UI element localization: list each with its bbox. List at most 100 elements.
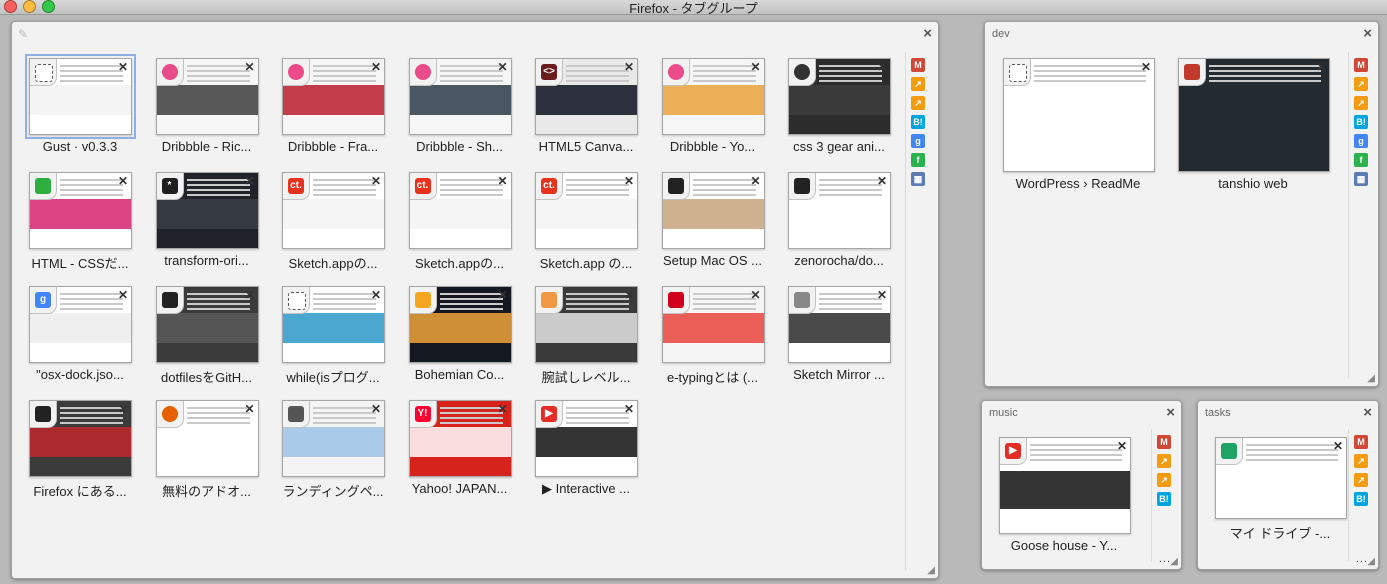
- dribbble-icon: [667, 64, 684, 80]
- close-tab-icon[interactable]: ✕: [118, 60, 128, 74]
- preview-content: [536, 85, 637, 115]
- close-tab-icon[interactable]: ✕: [1117, 439, 1127, 453]
- preview-text-line: [1034, 75, 1146, 77]
- close-group-button[interactable]: ×: [1363, 26, 1372, 41]
- feedly-icon[interactable]: f: [1354, 153, 1368, 167]
- group-name[interactable]: music: [989, 407, 1018, 419]
- tab-group-tasks[interactable]: tasks ... × ◢ ✕ マイ ドライブ -... M ↗ ↗ B!: [1197, 400, 1379, 570]
- preview-text-line: [566, 70, 629, 72]
- page-preview: ✕: [155, 286, 259, 363]
- calendar-icon[interactable]: ▦: [911, 172, 925, 186]
- close-tab-icon[interactable]: ✕: [371, 174, 381, 188]
- edit-group-name-icon[interactable]: ✎: [18, 27, 32, 41]
- preview-text-line: [186, 407, 250, 409]
- chart-icon[interactable]: ↗: [1157, 454, 1171, 468]
- preview-text-line: [60, 407, 123, 409]
- gmail-icon[interactable]: M: [1354, 58, 1368, 72]
- close-tab-icon[interactable]: ✕: [244, 174, 254, 188]
- hatena-icon[interactable]: B!: [1354, 115, 1368, 129]
- tab-group-music[interactable]: music ... × ◢ ▶ ✕ Goose house - Y... M ↗ ↗ B!: [981, 400, 1182, 570]
- chart-icon[interactable]: ↗: [1157, 473, 1171, 487]
- close-tab-icon[interactable]: ✕: [624, 60, 634, 74]
- preview-text-line: [566, 293, 629, 295]
- preview-text-line: [439, 194, 503, 196]
- dotted-square-icon: [288, 292, 306, 310]
- preview-text-line: [439, 407, 503, 409]
- group-name[interactable]: dev: [992, 28, 1010, 40]
- preview-text-line: [439, 70, 503, 72]
- close-tab-icon[interactable]: ✕: [497, 288, 507, 302]
- gmail-icon[interactable]: M: [1157, 435, 1171, 449]
- google-icon[interactable]: g: [1354, 134, 1368, 148]
- close-tab-icon[interactable]: ✕: [371, 402, 381, 416]
- tab-title: while(isプログ...: [286, 370, 380, 385]
- close-tab-icon[interactable]: ✕: [497, 174, 507, 188]
- dotted-square-icon: [35, 64, 53, 82]
- preview-text-line: [60, 179, 123, 181]
- close-tab-icon[interactable]: ✕: [244, 60, 254, 74]
- page-preview: ✕: [282, 286, 385, 363]
- tab-title: Dribbble - Fra...: [287, 139, 379, 154]
- close-group-button[interactable]: ×: [923, 26, 932, 41]
- chart-icon[interactable]: ↗: [1354, 77, 1368, 91]
- preview-text-line: [1209, 75, 1321, 77]
- gmail-icon[interactable]: M: [911, 58, 925, 72]
- close-tab-icon[interactable]: ✕: [371, 60, 381, 74]
- page-preview: ▶ ✕: [999, 437, 1131, 534]
- preview-text-line: [313, 80, 376, 82]
- preview-text-line: [313, 179, 376, 181]
- close-tab-icon[interactable]: ✕: [118, 174, 128, 188]
- close-tab-icon[interactable]: ✕: [497, 402, 507, 416]
- close-tab-icon[interactable]: ✕: [877, 60, 887, 74]
- close-tab-icon[interactable]: ✕: [1333, 439, 1343, 453]
- close-tab-icon[interactable]: ✕: [118, 402, 128, 416]
- close-tab-icon[interactable]: ✕: [1316, 60, 1326, 74]
- close-tab-icon[interactable]: ✕: [750, 174, 760, 188]
- close-group-button[interactable]: ×: [1166, 405, 1175, 420]
- dribbble-icon: [161, 64, 178, 80]
- chart-icon[interactable]: ↗: [1354, 454, 1368, 468]
- chart-icon[interactable]: ↗: [1354, 473, 1368, 487]
- close-tab-icon[interactable]: ✕: [750, 60, 760, 74]
- close-tab-icon[interactable]: ✕: [1141, 60, 1151, 74]
- hatena-icon[interactable]: B!: [1157, 492, 1171, 506]
- preview-text-line: [186, 65, 250, 67]
- preview-text-line: [1246, 444, 1338, 446]
- tab-title: tanshio web: [1218, 176, 1288, 191]
- close-tab-icon[interactable]: ✕: [750, 288, 760, 302]
- hatena-icon[interactable]: B!: [911, 115, 925, 129]
- close-tab-icon[interactable]: ✕: [877, 288, 887, 302]
- close-tab-icon[interactable]: ✕: [244, 402, 254, 416]
- close-tab-icon[interactable]: ✕: [624, 402, 634, 416]
- tab-title: Setup Mac OS ...: [663, 253, 762, 268]
- close-tab-icon[interactable]: ✕: [877, 174, 887, 188]
- chart-icon[interactable]: ↗: [911, 77, 925, 91]
- close-tab-icon[interactable]: ✕: [244, 288, 254, 302]
- robot-icon: [667, 292, 684, 308]
- hatena-icon[interactable]: B!: [1354, 492, 1368, 506]
- favicon-holder: [536, 287, 563, 314]
- close-group-button[interactable]: ×: [1363, 405, 1372, 420]
- page-preview: ✕: [1215, 437, 1347, 519]
- preview-text-line: [439, 80, 503, 82]
- group-name[interactable]: tasks: [1205, 407, 1231, 419]
- preview-content: [789, 85, 890, 115]
- close-tab-icon[interactable]: ✕: [118, 288, 128, 302]
- feedly-icon[interactable]: f: [911, 153, 925, 167]
- tab-title: 腕試しレベル...: [541, 370, 631, 385]
- close-tab-icon[interactable]: ✕: [624, 174, 634, 188]
- chart-icon[interactable]: ↗: [911, 96, 925, 110]
- page-preview: * ✕: [155, 172, 259, 249]
- preview-content: [30, 313, 131, 343]
- gmail-icon[interactable]: M: [1354, 435, 1368, 449]
- close-tab-icon[interactable]: ✕: [371, 288, 381, 302]
- tab-title: HTML5 Canva...: [538, 139, 634, 154]
- close-tab-icon[interactable]: ✕: [497, 60, 507, 74]
- calendar-icon[interactable]: ▦: [1354, 172, 1368, 186]
- google-icon[interactable]: g: [911, 134, 925, 148]
- tab-group-main[interactable]: ✎ × ◢ ✕ Gust · v0.3.3 ✕ Dribbble - Ric... ✕ Dri…: [11, 21, 939, 579]
- chart-icon[interactable]: ↗: [1354, 96, 1368, 110]
- close-tab-icon[interactable]: ✕: [624, 288, 634, 302]
- tab-group-dev[interactable]: dev × ◢ ✕ WordPress › ReadMe ✕ tanshio web M ↗ ↗…: [984, 21, 1379, 387]
- preview-text-line: [313, 70, 376, 72]
